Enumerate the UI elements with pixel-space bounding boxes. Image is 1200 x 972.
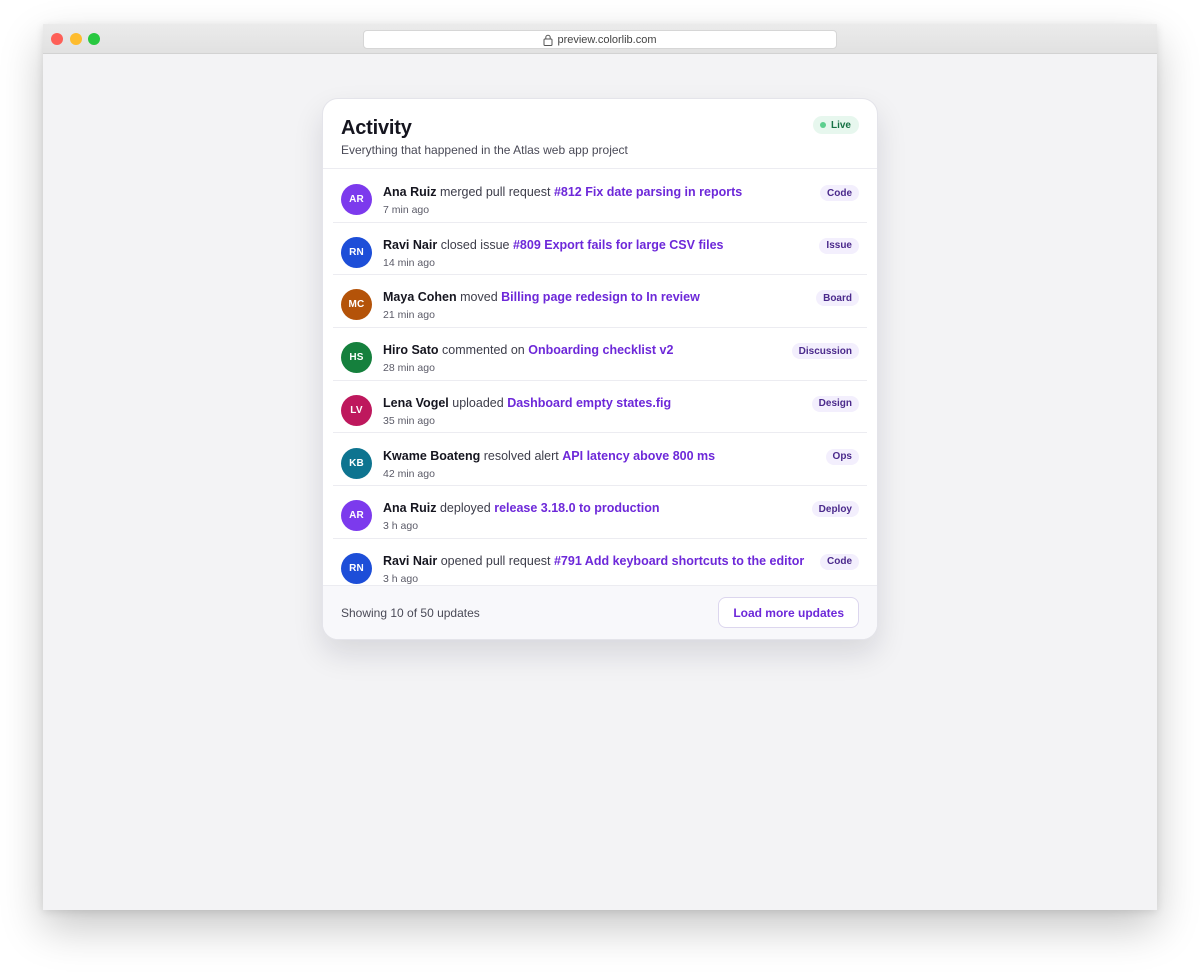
page-viewport: Activity Everything that happened in the… bbox=[43, 54, 1157, 910]
activity-target-link[interactable]: Onboarding checklist v2 bbox=[528, 343, 673, 357]
action-text: deployed bbox=[439, 501, 491, 516]
list-item[interactable]: RN Ravi Nair opened pull request #791 Add… bbox=[333, 539, 867, 588]
maximize-window-button[interactable] bbox=[88, 33, 100, 45]
timestamp: 21 min ago bbox=[383, 309, 435, 322]
category-badge: Deploy bbox=[811, 501, 859, 518]
activity-text: Ana Ruiz merged pull request #812 Fix da… bbox=[383, 185, 742, 199]
minimize-window-button[interactable] bbox=[70, 33, 82, 45]
category-badge: Board bbox=[816, 290, 859, 307]
page-title: Activity bbox=[341, 117, 412, 139]
card-header: Activity Everything that happened in the… bbox=[323, 99, 877, 169]
category-badge: Design bbox=[811, 395, 859, 412]
lock-icon bbox=[543, 34, 553, 46]
activity-card: Activity Everything that happened in the… bbox=[322, 98, 878, 640]
activity-target-link[interactable]: Dashboard empty states.fig bbox=[507, 396, 671, 410]
avatar: RN bbox=[341, 236, 372, 268]
avatar: AR bbox=[341, 500, 372, 532]
avatar: RN bbox=[341, 552, 372, 584]
timestamp: 3 h ago bbox=[383, 520, 419, 533]
actor-name[interactable]: Ana Ruiz bbox=[383, 501, 436, 515]
load-more-button[interactable]: Load more updates bbox=[718, 597, 859, 628]
timestamp: 28 min ago bbox=[383, 362, 435, 375]
list-item[interactable]: AR Ana Ruiz merged pull request #812 Fix … bbox=[333, 170, 867, 223]
activity-target-link[interactable]: release 3.18.0 to production bbox=[494, 501, 659, 515]
live-label: Live bbox=[830, 119, 851, 131]
action-text: merged pull request bbox=[439, 185, 551, 199]
live-dot-icon bbox=[819, 122, 826, 128]
activity-text: Ravi Nair closed issue #809 Export fails… bbox=[383, 238, 723, 252]
live-status-badge: Live bbox=[812, 116, 859, 134]
activity-text: Kwame Boateng resolved alert API latency… bbox=[383, 449, 715, 463]
activity-target-link[interactable]: #791 Add keyboard shortcuts to the edito… bbox=[554, 554, 804, 568]
avatar: AR bbox=[341, 184, 372, 215]
actor-name[interactable]: Lena Vogel bbox=[383, 396, 449, 410]
page-subtitle: Everything that happened in the Atlas we… bbox=[341, 143, 628, 157]
action-text: closed issue bbox=[440, 237, 510, 252]
list-item[interactable]: HS Hiro Sato commented on Onboarding chec… bbox=[333, 328, 867, 381]
list-item[interactable]: MC Maya Cohen moved Billing page redesign… bbox=[333, 275, 867, 329]
actor-name[interactable]: Kwame Boateng bbox=[383, 449, 480, 463]
category-badge: Code bbox=[820, 553, 859, 570]
timestamp: 35 min ago bbox=[383, 414, 435, 427]
avatar: KB bbox=[341, 447, 372, 479]
actor-name[interactable]: Hiro Sato bbox=[383, 343, 439, 357]
action-text: moved bbox=[460, 290, 498, 305]
activity-target-link[interactable]: API latency above 800 ms bbox=[562, 449, 715, 463]
category-badge: Issue bbox=[819, 237, 859, 254]
actor-name[interactable]: Ravi Nair bbox=[383, 238, 437, 252]
activity-text: Ana Ruiz deployed release 3.18.0 to prod… bbox=[383, 501, 660, 515]
action-text: commented on bbox=[442, 343, 525, 358]
browser-window: preview.colorlib.com Activity Everything… bbox=[43, 24, 1157, 910]
activity-text: Ravi Nair opened pull request #791 Add k… bbox=[383, 554, 804, 568]
list-item[interactable]: RN Ravi Nair closed issue #809 Export fai… bbox=[333, 223, 867, 276]
activity-text: Lena Vogel uploaded Dashboard empty stat… bbox=[383, 396, 671, 410]
action-text: resolved alert bbox=[483, 448, 559, 463]
activity-target-link[interactable]: Billing page redesign to In review bbox=[501, 290, 700, 304]
actor-name[interactable]: Maya Cohen bbox=[383, 290, 457, 304]
activity-target-link[interactable]: #809 Export fails for large CSV files bbox=[513, 238, 724, 252]
close-window-button[interactable] bbox=[51, 33, 63, 45]
list-item[interactable]: LV Lena Vogel uploaded Dashboard empty st… bbox=[333, 381, 867, 434]
timestamp: 3 h ago bbox=[383, 572, 419, 585]
activity-list[interactable]: AR Ana Ruiz merged pull request #812 Fix … bbox=[323, 170, 877, 588]
activity-text: Hiro Sato commented on Onboarding checkl… bbox=[383, 343, 673, 357]
timestamp: 7 min ago bbox=[383, 204, 430, 216]
avatar: LV bbox=[341, 394, 372, 426]
address-bar[interactable]: preview.colorlib.com bbox=[363, 30, 837, 49]
list-item[interactable]: AR Ana Ruiz deployed release 3.18.0 to pr… bbox=[333, 486, 867, 539]
category-badge: Code bbox=[820, 185, 859, 201]
avatar: MC bbox=[341, 289, 372, 321]
category-badge: Ops bbox=[825, 448, 859, 465]
activity-target-link[interactable]: #812 Fix date parsing in reports bbox=[554, 185, 742, 199]
url-text: preview.colorlib.com bbox=[557, 33, 657, 46]
avatar: HS bbox=[341, 342, 372, 374]
timestamp: 42 min ago bbox=[383, 467, 435, 480]
action-text: opened pull request bbox=[440, 553, 551, 568]
action-text: uploaded bbox=[452, 395, 504, 410]
results-summary: Showing 10 of 50 updates bbox=[341, 606, 480, 620]
activity-text: Maya Cohen moved Billing page redesign t… bbox=[383, 290, 700, 304]
card-footer: Showing 10 of 50 updates Load more updat… bbox=[323, 585, 877, 639]
list-item[interactable]: KB Kwame Boateng resolved alert API laten… bbox=[333, 434, 867, 487]
category-badge: Discussion bbox=[791, 343, 859, 360]
actor-name[interactable]: Ravi Nair bbox=[383, 554, 437, 568]
timestamp: 14 min ago bbox=[383, 256, 435, 269]
browser-titlebar: preview.colorlib.com bbox=[43, 24, 1157, 54]
actor-name[interactable]: Ana Ruiz bbox=[383, 185, 436, 199]
